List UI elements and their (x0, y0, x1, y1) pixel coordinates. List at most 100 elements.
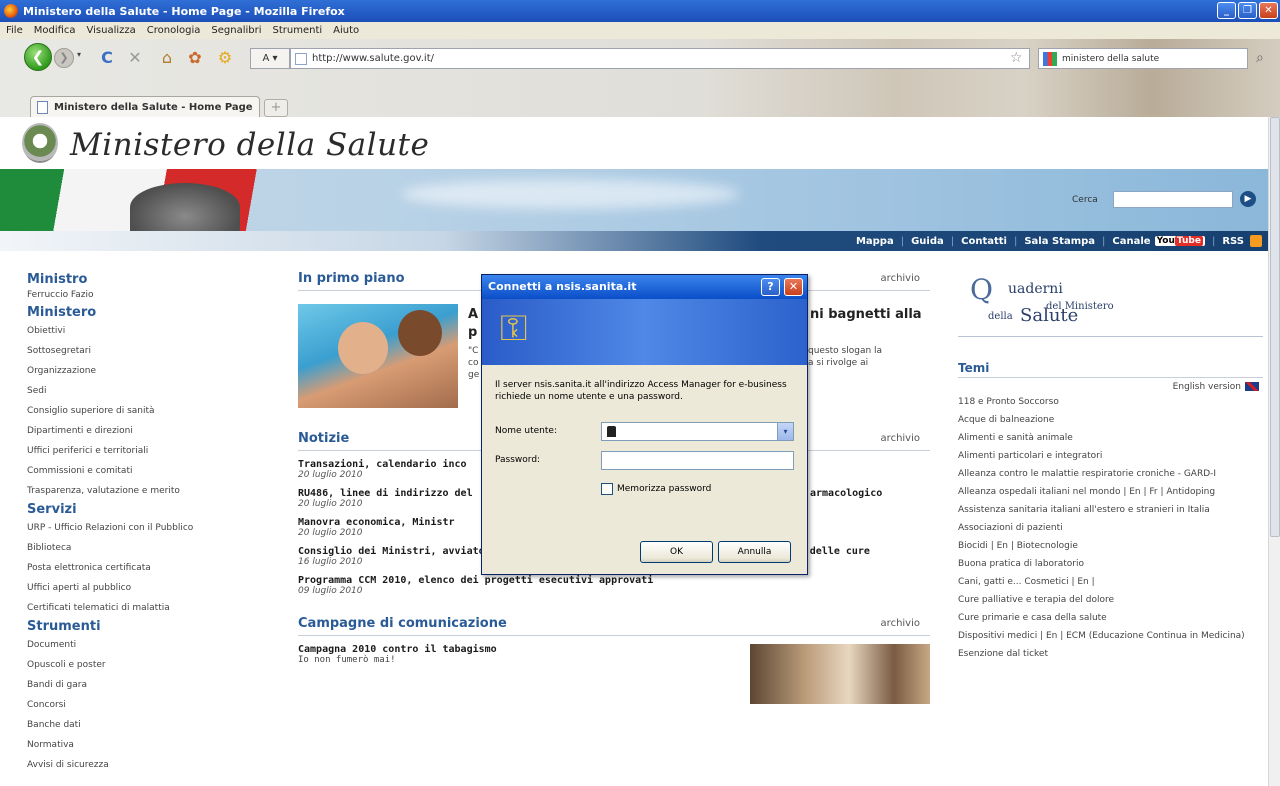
menu-modifica[interactable]: Modifica (34, 25, 76, 36)
temi-title[interactable]: Temi (958, 361, 1263, 378)
menu-visualizza[interactable]: Visualizza (87, 25, 136, 36)
checkbox-box[interactable] (601, 483, 613, 495)
sidebar-item-ferruccio-fazio[interactable]: Ferruccio Fazio (27, 288, 262, 302)
page-scrollbar[interactable] (1268, 117, 1280, 786)
sidebar-item[interactable]: Posta elettronica certificata (27, 558, 262, 578)
youtube-logo-icon[interactable]: You Tube (1154, 236, 1205, 246)
new-tab-button[interactable]: + (264, 99, 288, 117)
sidebar-item[interactable]: Opuscoli e poster (27, 655, 262, 675)
zoom-button[interactable]: A ▾ (250, 48, 290, 69)
site-search-go-button[interactable]: ▶ (1240, 191, 1256, 207)
nav-sala-stampa[interactable]: Sala Stampa (1024, 236, 1095, 247)
dialog-close-button[interactable]: ✕ (784, 278, 803, 296)
swimming-family-image[interactable] (298, 304, 458, 408)
temi-item[interactable]: Buona pratica di laboratorio (958, 558, 1263, 571)
campagne-archive-link[interactable]: archivio (881, 618, 920, 629)
dialog-help-button[interactable]: ? (761, 278, 780, 296)
sidebar-item[interactable]: Avvisi di sicurezza (27, 755, 262, 775)
sidebar-item[interactable]: Normativa (27, 735, 262, 755)
section-servizi[interactable]: Servizi (27, 501, 262, 518)
google-search-engine-icon[interactable] (1043, 51, 1057, 66)
temi-item[interactable]: Alleanza ospedali italiani nel mondo | E… (958, 486, 1263, 499)
menu-cronologia[interactable]: Cronologia (147, 25, 201, 36)
sidebar-item[interactable]: Uffici aperti al pubblico (27, 578, 262, 598)
nav-canale[interactable]: Canale (1112, 236, 1150, 247)
sidebar-item[interactable]: Organizzazione (27, 361, 262, 381)
temi-item[interactable]: Acque di balneazione (958, 414, 1263, 427)
temi-item[interactable]: Dispositivi medici | En | ECM (Educazion… (958, 630, 1263, 643)
sidebar-item[interactable]: Commissioni e comitati (27, 461, 262, 481)
back-button[interactable]: ❮ (24, 43, 52, 71)
bookmark-star-icon[interactable]: ☆ (1010, 50, 1023, 66)
menu-strumenti[interactable]: Strumenti (273, 25, 323, 36)
temi-item[interactable]: Alimenti e sanità animale (958, 432, 1263, 445)
site-search-input[interactable] (1113, 191, 1233, 208)
address-bar[interactable]: http://www.salute.gov.it/ (290, 48, 1030, 69)
password-field[interactable] (601, 451, 794, 470)
settings-gear-icon[interactable]: ⚙ (214, 47, 236, 69)
maximize-button[interactable]: ❐ (1238, 2, 1257, 19)
section-ministro[interactable]: Ministro (27, 271, 262, 288)
stop-button[interactable]: ✕ (124, 47, 146, 69)
sidebar-item[interactable]: Dipartimenti e direzioni (27, 421, 262, 441)
nav-contatti[interactable]: Contatti (961, 236, 1007, 247)
search-magnifier-icon[interactable]: ⌕ (1256, 50, 1264, 66)
reload-button[interactable]: C (96, 47, 118, 69)
sidebar-item[interactable]: Banche dati (27, 715, 262, 735)
cancel-button[interactable]: Annulla (718, 541, 791, 563)
featured-headline-end[interactable]: ni bagnetti alla (810, 307, 922, 322)
temi-item[interactable]: Cani, gatti e... Cosmetici | En | (958, 576, 1263, 589)
search-bar[interactable]: ministero della salute (1038, 48, 1248, 69)
notizie-archive-link[interactable]: archivio (881, 433, 920, 444)
sidebar-item[interactable]: Obiettivi (27, 321, 262, 341)
minimize-button[interactable]: _ (1217, 2, 1236, 19)
nav-mappa[interactable]: Mappa (856, 236, 894, 247)
sidebar-item[interactable]: Bandi di gara (27, 675, 262, 695)
tab-home-page[interactable]: Ministero della Salute - Home Page (30, 96, 260, 117)
history-dropdown-icon[interactable]: ▾ (77, 50, 81, 59)
nav-guida[interactable]: Guida (911, 236, 944, 247)
news-title[interactable]: Programma CCM 2010, elenco dei progetti … (298, 575, 930, 586)
sidebar-item[interactable]: Consiglio superiore di sanità (27, 401, 262, 421)
scrollbar-thumb[interactable] (1270, 117, 1280, 537)
campagne-title[interactable]: Campagne di comunicazione (298, 616, 507, 631)
temi-item[interactable]: Biocidi | En | Biotecnologie (958, 540, 1263, 553)
menu-segnalibri[interactable]: Segnalibri (211, 25, 261, 36)
close-window-button[interactable]: ✕ (1259, 2, 1278, 19)
sidebar-item[interactable]: Trasparenza, valutazione e merito (27, 481, 262, 501)
primo-piano-archive-link[interactable]: archivio (881, 273, 920, 284)
temi-item[interactable]: Alleanza contro le malattie respiratorie… (958, 468, 1263, 481)
temi-item[interactable]: Associazioni di pazienti (958, 522, 1263, 535)
sidebar-item[interactable]: Sedi (27, 381, 262, 401)
forward-button[interactable]: ❯ (54, 48, 74, 68)
menu-file[interactable]: File (6, 25, 23, 36)
featured-headline-start[interactable]: A (468, 307, 478, 322)
temi-item[interactable]: Esenzione dal ticket (958, 648, 1263, 661)
temi-item[interactable]: Assistenza sanitaria italiani all'estero… (958, 504, 1263, 517)
sidebar-item[interactable]: Certificati telematici di malattia (27, 598, 262, 618)
home-button[interactable]: ⌂ (156, 47, 178, 69)
remember-password-checkbox[interactable]: Memorizza password (601, 483, 711, 495)
sidebar-item[interactable]: Sottosegretari (27, 341, 262, 361)
sidebar-item[interactable]: Concorsi (27, 695, 262, 715)
notizie-title[interactable]: Notizie (298, 431, 349, 446)
username-dropdown-icon[interactable]: ▾ (777, 423, 793, 440)
dialog-title[interactable]: Connetti a nsis.sanita.it (482, 275, 807, 299)
english-version-link[interactable]: English version (958, 382, 1263, 392)
addon-icon[interactable]: ✿ (184, 47, 206, 69)
sidebar-item[interactable]: Biblioteca (27, 538, 262, 558)
sidebar-item[interactable]: URP - Ufficio Relazioni con il Pubblico (27, 518, 262, 538)
rss-icon[interactable] (1250, 235, 1262, 247)
menu-aiuto[interactable]: Aiuto (333, 25, 359, 36)
temi-item[interactable]: Alimenti particolari e integratori (958, 450, 1263, 463)
sidebar-item[interactable]: Documenti (27, 635, 262, 655)
site-title[interactable]: Ministero della Salute (70, 127, 429, 163)
temi-item[interactable]: Cure palliative e terapia del dolore (958, 594, 1263, 607)
section-strumenti[interactable]: Strumenti (27, 618, 262, 635)
primo-piano-title[interactable]: In primo piano (298, 271, 405, 286)
quaderni-logo[interactable]: Q uaderni del Ministero della Salute (958, 271, 1263, 361)
sidebar-item[interactable]: Uffici periferici e territoriali (27, 441, 262, 461)
featured-headline-line2[interactable]: p (468, 325, 477, 340)
news-title-end[interactable]: armacologico (810, 488, 882, 499)
temi-item[interactable]: Cure primarie e casa della salute (958, 612, 1263, 625)
